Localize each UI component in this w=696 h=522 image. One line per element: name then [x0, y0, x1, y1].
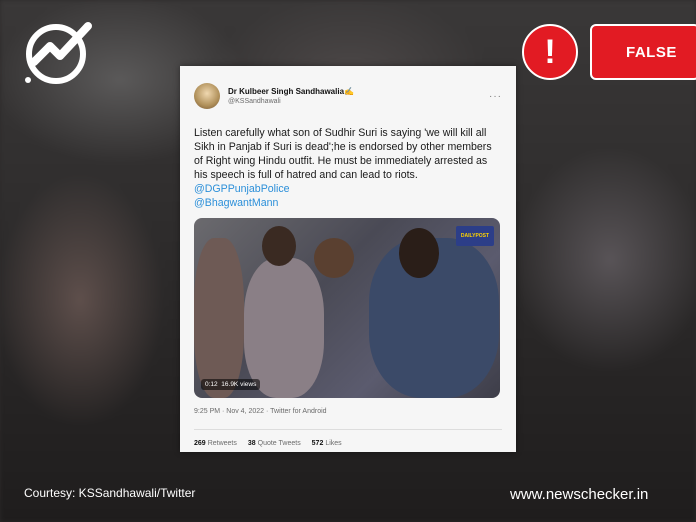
- quotes-stat[interactable]: 38 Quote Tweets: [248, 440, 301, 447]
- video-player[interactable]: DAILYPOST 0:12 16.9K views: [194, 218, 500, 398]
- video-figure: [399, 228, 439, 278]
- tweet-timestamp[interactable]: 9:25 PM · Nov 4, 2022 · Twitter for Andr…: [194, 408, 502, 430]
- video-duration: 0:12: [205, 381, 218, 388]
- author-handle[interactable]: @KSSandhawali: [228, 98, 489, 105]
- retweets-stat[interactable]: 269 Retweets: [194, 440, 237, 447]
- mention-bhagwant[interactable]: @BhagwantMann: [194, 197, 278, 209]
- tweet-text: Listen carefully what son of Sudhir Suri…: [194, 126, 502, 210]
- exclamation-icon: !: [522, 24, 578, 80]
- verdict-badge: FALSE: [590, 24, 696, 80]
- more-options-icon[interactable]: ···: [489, 91, 502, 102]
- channel-logo: DAILYPOST: [456, 226, 494, 246]
- courtesy-caption: Courtesy: KSSandhawali/Twitter: [24, 486, 196, 500]
- author-name[interactable]: Dr Kulbeer Singh Sandhawalia✍: [228, 87, 489, 96]
- video-figure: [262, 226, 296, 266]
- site-url: www.newschecker.in: [510, 486, 649, 503]
- likes-stat[interactable]: 572 Likes: [312, 440, 342, 447]
- video-figure: [244, 258, 324, 398]
- newschecker-logo-icon: [25, 22, 92, 84]
- tweet-stats: 269 Retweets 38 Quote Tweets 572 Likes: [194, 440, 502, 447]
- avatar[interactable]: [194, 83, 220, 109]
- tweet-card: Dr Kulbeer Singh Sandhawalia✍ @KSSandhaw…: [180, 66, 516, 452]
- video-figure: [194, 238, 244, 398]
- video-time: 0:12 16.9K views: [201, 379, 261, 390]
- video-figure: [314, 238, 354, 278]
- video-views: 16.9K views: [221, 381, 257, 388]
- mention-dgp[interactable]: @DGPPunjabPolice: [194, 183, 290, 195]
- tweet-header: Dr Kulbeer Singh Sandhawalia✍ @KSSandhaw…: [194, 80, 502, 112]
- tweet-body: Listen carefully what son of Sudhir Suri…: [194, 127, 492, 181]
